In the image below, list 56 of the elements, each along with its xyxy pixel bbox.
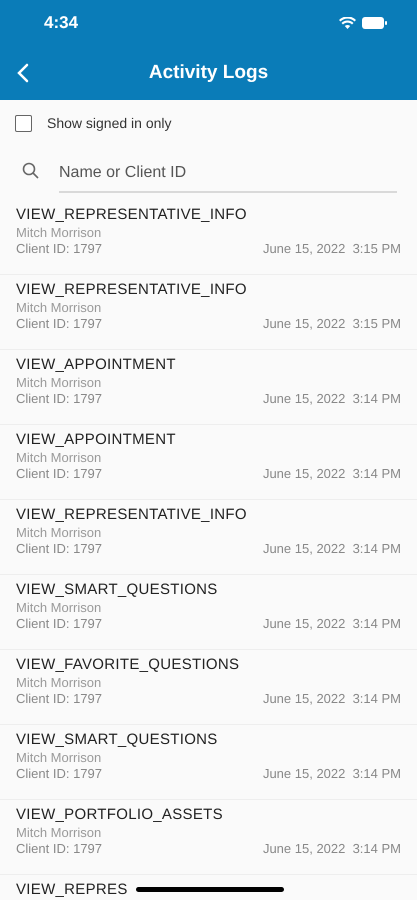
client-id: Client ID: 1797 [16,766,102,782]
client-name: Mitch Morrison [16,825,102,841]
log-row[interactable]: VIEW_SMART_QUESTIONS Mitch Morrison Client ID: 1797 June 15, 2022 3:14 PM [0,725,417,800]
log-action: VIEW_REPRES [16,880,128,900]
log-action: VIEW_REPRESENTATIVE_INFO [16,280,247,300]
log-action: VIEW_APPOINTMENT [16,355,176,375]
client-id: Client ID: 1797 [16,466,102,482]
log-row[interactable]: VIEW_FAVORITE_QUESTIONS Mitch Morrison Client ID: 1797 June 15, 2022 3:14 PM [0,650,417,725]
client-name: Mitch Morrison [16,750,102,766]
log-action: VIEW_REPRESENTATIVE_INFO [16,505,247,525]
search-icon [22,162,40,180]
log-row[interactable]: VIEW_APPOINTMENT Mitch Morrison Client ID: 1797 June 15, 2022 3:14 PM [0,425,417,500]
wifi-icon [339,17,356,29]
page-title: Activity Logs [148,60,268,85]
log-row[interactable]: VIEW_APPOINTMENT Mitch Morrison Client ID: 1797 June 15, 2022 3:14 PM [0,350,417,425]
checkbox[interactable] [15,114,32,132]
log-timestamp: June 15, 2022 3:14 PM [262,541,401,557]
client-name: Mitch Morrison [16,225,102,241]
client-name: Mitch Morrison [16,375,102,391]
client-name: Mitch Morrison [16,450,102,466]
client-id: Client ID: 1797 [16,616,102,632]
client-name: Mitch Morrison [16,300,102,316]
client-name: Mitch Morrison [16,525,102,541]
client-id: Client ID: 1797 [16,316,102,332]
log-row[interactable]: VIEW_SMART_QUESTIONS Mitch Morrison Client ID: 1797 June 15, 2022 3:14 PM [0,575,417,650]
log-action: VIEW_REPRESENTATIVE_INFO [16,205,247,225]
log-timestamp: June 15, 2022 3:14 PM [262,766,401,782]
signed-in-filter[interactable]: Show signed in only [0,100,417,146]
status-time: 4:34 [44,12,78,34]
client-id: Client ID: 1797 [16,691,102,707]
log-timestamp: June 15, 2022 3:15 PM [262,316,401,332]
log-row[interactable]: VIEW_REPRESENTATIVE_INFO Mitch Morrison Client ID: 1797 June 15, 2022 3:15 PM [0,200,417,275]
log-timestamp: June 15, 2022 3:14 PM [262,391,401,407]
client-id: Client ID: 1797 [16,241,102,257]
client-name: Mitch Morrison [16,675,102,691]
log-action: VIEW_FAVORITE_QUESTIONS [16,655,240,675]
client-id: Client ID: 1797 [16,541,102,557]
log-timestamp: June 15, 2022 3:14 PM [262,616,401,632]
log-action: VIEW_APPOINTMENT [16,430,176,450]
log-row[interactable]: VIEW_REPRESENTATIVE_INFO Mitch Morrison Client ID: 1797 June 15, 2022 3:14 PM [0,500,417,575]
filter-label: Show signed in only [47,114,172,133]
battery-icon [362,17,387,29]
back-icon [16,63,30,83]
log-timestamp: June 15, 2022 3:14 PM [262,841,401,857]
log-timestamp: June 15, 2022 3:14 PM [262,466,401,482]
log-action: VIEW_SMART_QUESTIONS [16,580,218,600]
log-timestamp: June 15, 2022 3:15 PM [262,241,401,257]
client-name: Mitch Morrison [16,600,102,616]
client-id: Client ID: 1797 [16,391,102,407]
log-row[interactable]: VIEW_PORTFOLIO_ASSETS Mitch Morrison Client ID: 1797 June 15, 2022 3:14 PM [0,800,417,875]
client-id: Client ID: 1797 [16,841,102,857]
search-field[interactable]: Name or Client ID [59,155,397,193]
log-action: VIEW_PORTFOLIO_ASSETS [16,805,223,825]
log-timestamp: June 15, 2022 3:14 PM [262,691,401,707]
log-action: VIEW_SMART_QUESTIONS [16,730,218,750]
log-row[interactable]: VIEW_REPRESENTATIVE_INFO Mitch Morrison Client ID: 1797 June 15, 2022 3:15 PM [0,275,417,350]
